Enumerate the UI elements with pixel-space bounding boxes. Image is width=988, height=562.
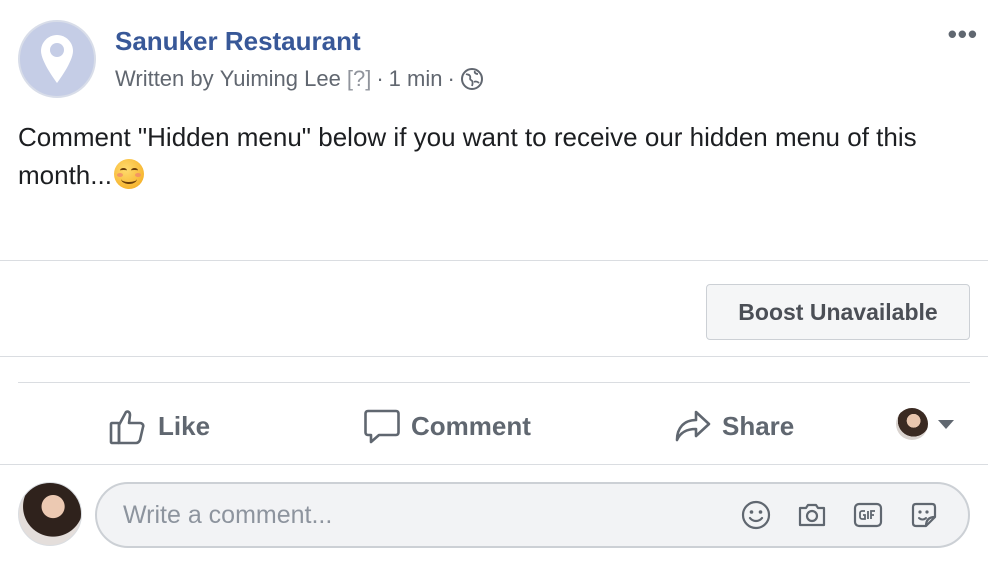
post-as-selector[interactable] (896, 408, 954, 440)
smirk-emoji-icon (113, 159, 144, 189)
post-header: Sanuker Restaurant Written by Yuiming Le… (18, 20, 988, 104)
post-actions-bar: Like Comment Share (0, 384, 988, 464)
comment-label: Comment (411, 410, 531, 441)
share-button[interactable]: Share (674, 406, 794, 446)
emoji-icon[interactable] (740, 499, 772, 531)
camera-icon[interactable] (796, 499, 828, 531)
page-name-link[interactable]: Sanuker Restaurant (115, 26, 361, 57)
divider (0, 356, 988, 357)
caret-down-icon (938, 419, 954, 429)
share-arrow-icon (675, 410, 711, 442)
location-pin-icon (41, 35, 73, 83)
share-label: Share (722, 410, 795, 441)
divider (18, 382, 970, 383)
composer-icons (740, 499, 940, 531)
post-timestamp[interactable]: 1 min (389, 66, 443, 92)
more-options-button[interactable]: ••• (948, 21, 978, 47)
like-button[interactable]: Like (108, 406, 210, 446)
comment-composer (18, 482, 970, 550)
author-prefix: Written by (115, 66, 214, 91)
post-message: Comment "Hidden menu" below if you want … (18, 118, 958, 194)
comment-input[interactable] (121, 499, 705, 531)
boost-unavailable-button[interactable]: Boost Unavailable (706, 284, 970, 340)
author-name[interactable]: Yuiming Lee (220, 66, 341, 92)
avatar (896, 408, 928, 440)
like-label: Like (158, 410, 211, 441)
post-message-text: Comment "Hidden menu" below if you want … (18, 122, 917, 190)
divider (0, 464, 988, 465)
post-meta: Written by Yuiming Lee [?] · 1 min · (115, 66, 484, 92)
comment-box (95, 482, 970, 548)
globe-icon[interactable] (460, 67, 484, 91)
thumbs-up-icon (109, 410, 145, 445)
speech-bubble-icon (364, 409, 400, 444)
user-avatar[interactable] (18, 482, 82, 546)
meta-separator: · (376, 66, 384, 91)
page-avatar[interactable] (18, 20, 96, 98)
gif-icon[interactable] (852, 499, 884, 531)
sticker-icon[interactable] (908, 499, 940, 531)
comment-button[interactable]: Comment (363, 406, 531, 446)
author-help-link[interactable]: [?] (347, 66, 371, 92)
divider (0, 260, 988, 261)
meta-separator: · (447, 66, 455, 91)
